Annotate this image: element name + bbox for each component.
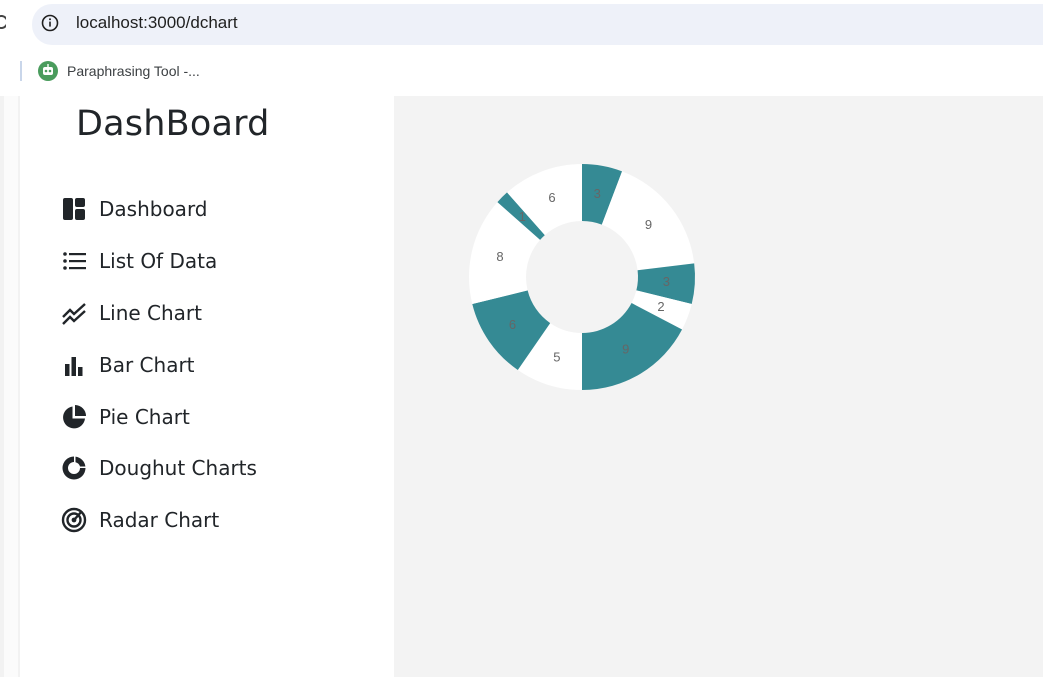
pie-chart-icon — [60, 403, 88, 431]
sidebar-item-line-chart[interactable]: Line Chart — [60, 295, 202, 331]
bookmark-divider — [20, 61, 22, 81]
doughnut-chart: 3932956816 — [460, 156, 705, 401]
list-icon — [60, 247, 88, 275]
sidebar-item-bar-chart[interactable]: Bar Chart — [60, 347, 195, 383]
sidebar-item-label: Bar Chart — [99, 353, 195, 377]
bookmark-label: Paraphrasing Tool -... — [67, 63, 200, 79]
sidebar-item-dashboard[interactable]: Dashboard — [60, 191, 208, 227]
line-chart-icon — [60, 299, 88, 327]
sidebar-item-label: Dashboard — [99, 197, 208, 221]
apps-icon[interactable] — [0, 62, 4, 80]
slice-label: 2 — [657, 299, 664, 314]
robot-icon — [38, 61, 58, 81]
info-icon[interactable] — [41, 14, 59, 32]
url-text[interactable]: localhost:3000/dchart — [76, 13, 238, 33]
brand-title: DashBoard — [76, 104, 270, 144]
sidebar-item-label: List Of Data — [99, 249, 218, 273]
sidebar-item-label: Radar Chart — [99, 508, 220, 532]
sidebar-item-pie-chart[interactable]: Pie Chart — [60, 399, 190, 435]
sidebar-item-label: Line Chart — [99, 301, 202, 325]
bookmark-paraphrasing-tool[interactable]: Paraphrasing Tool -... — [38, 60, 200, 82]
bar-chart-icon — [60, 351, 88, 379]
sidebar — [20, 96, 394, 677]
slice-label: 6 — [548, 190, 555, 205]
sidebar-item-list-of-data[interactable]: List Of Data — [60, 243, 217, 279]
reload-icon[interactable] — [0, 14, 6, 30]
slice-label: 8 — [496, 249, 503, 264]
slice-label: 9 — [645, 217, 652, 232]
donut-chart-icon — [60, 454, 88, 482]
bookmarks-bar: Paraphrasing Tool -... — [0, 48, 1043, 94]
dashboard-icon — [60, 195, 88, 223]
slice-label: 9 — [622, 341, 629, 356]
slice-label: 5 — [553, 350, 560, 365]
sidebar-item-doughnut-charts[interactable]: Doughut Charts — [60, 450, 257, 486]
radar-chart-icon — [60, 506, 88, 534]
slice-label: 3 — [663, 274, 670, 289]
slice-label: 6 — [509, 317, 516, 332]
sidebar-item-radar-chart[interactable]: Radar Chart — [60, 502, 219, 538]
page-left-edge-inner — [4, 96, 18, 677]
sidebar-item-label: Doughut Charts — [99, 456, 257, 480]
sidebar-item-label: Pie Chart — [99, 405, 190, 429]
doughnut-chart-svg: 3932956816 — [469, 164, 695, 390]
slice-label: 3 — [594, 186, 601, 201]
address-bar-area: localhost:3000/dchart — [0, 0, 1043, 48]
